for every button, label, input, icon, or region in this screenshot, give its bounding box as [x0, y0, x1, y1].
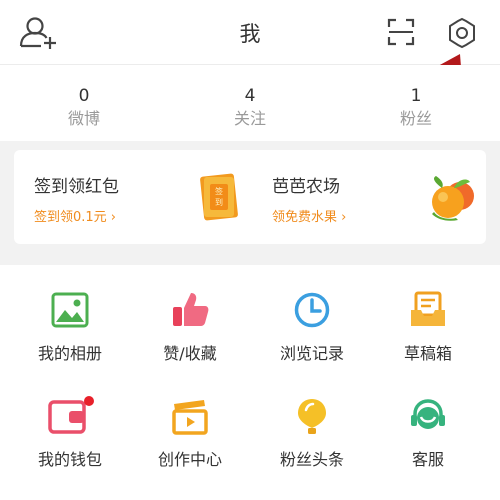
grid-item-drafts[interactable]: 草稿箱: [366, 290, 490, 364]
grid-item-label: 粉丝头条: [279, 450, 344, 469]
profile-stats: 0 微博 4 关注 1 粉丝: [0, 65, 500, 141]
function-grid: 我的相册 赞/收藏 浏览记录 草稿箱 我的钱包 创作中心 粉丝头条 客服: [0, 265, 500, 500]
grid-item-label: 客服: [411, 450, 444, 469]
grid-item-wallet[interactable]: 我的钱包: [8, 396, 132, 470]
farm-subtitle: 领免费水果 ›: [272, 210, 347, 225]
history-clock-icon: [294, 292, 330, 328]
red-envelope-icon: 签 到: [200, 173, 238, 221]
checkin-title: 签到领红包: [34, 177, 119, 197]
gear-icon[interactable]: [445, 16, 479, 50]
grid-item-label: 赞/收藏: [163, 344, 217, 363]
grid-item-label: 我的相册: [37, 344, 102, 363]
wallet-icon: [48, 396, 94, 434]
grid-item-album[interactable]: 我的相册: [8, 290, 132, 364]
farm-title: 芭芭农场: [272, 177, 340, 197]
grid-item-label: 浏览记录: [279, 344, 344, 363]
stat-label: 关注: [233, 109, 266, 128]
fruit-icon: [432, 176, 474, 221]
grid-item-creator[interactable]: 创作中心: [128, 396, 252, 470]
stat-followers[interactable]: 1 粉丝: [356, 85, 476, 131]
stat-weibo[interactable]: 0 微博: [24, 85, 144, 131]
grid-item-history[interactable]: 浏览记录: [250, 290, 374, 364]
envelope-text-1: 签: [215, 186, 223, 196]
grid-item-label: 创作中心: [157, 450, 222, 469]
grid-item-likes[interactable]: 赞/收藏: [128, 290, 252, 364]
stat-count: 0: [78, 86, 90, 106]
headset-icon: [411, 399, 445, 429]
checkin-promo[interactable]: 签到领红包 签到领0.1元 › 签 到: [14, 150, 250, 244]
checkin-subtitle: 签到领0.1元 ›: [34, 210, 117, 225]
grid-item-label: 我的钱包: [37, 450, 102, 469]
balloon-icon: [298, 399, 326, 434]
stat-label: 粉丝: [399, 109, 432, 128]
grid-item-label: 草稿箱: [403, 344, 452, 363]
scan-icon[interactable]: [387, 18, 415, 46]
stat-following[interactable]: 4 关注: [190, 85, 310, 131]
page-title: 我: [239, 22, 261, 46]
stat-count: 1: [410, 86, 422, 106]
drafts-icon: [411, 291, 445, 326]
album-icon: [51, 292, 89, 328]
video-clapper-icon: [172, 400, 208, 435]
stat-label: 微博: [67, 109, 100, 128]
grid-item-customer-service[interactable]: 客服: [366, 396, 490, 470]
farm-promo[interactable]: 芭芭农场 领免费水果 ›: [250, 150, 486, 244]
grid-item-fan-headlines[interactable]: 粉丝头条: [250, 396, 374, 470]
thumbs-up-icon: [173, 293, 209, 326]
notification-dot: [84, 396, 94, 406]
envelope-text-2: 到: [215, 198, 223, 207]
stat-count: 4: [244, 86, 256, 106]
promo-card: 签到领红包 签到领0.1元 › 签 到 芭芭农场 领免费水果 ›: [14, 150, 486, 244]
